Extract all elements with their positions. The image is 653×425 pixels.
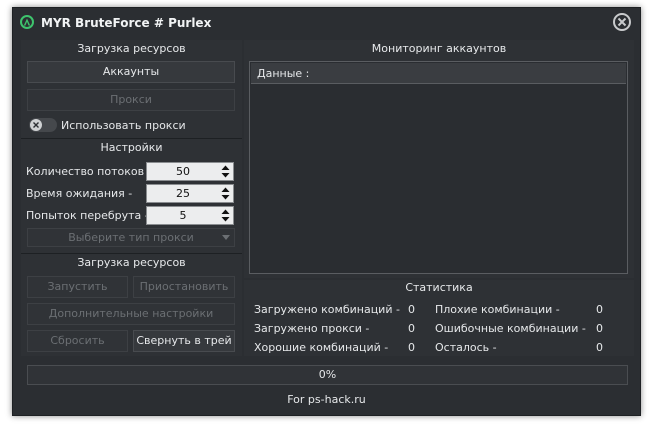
error-combos-value: 0	[596, 322, 603, 335]
pause-button[interactable]: Приостановить	[133, 276, 235, 298]
accounts-button[interactable]: Аккаунты	[27, 61, 235, 83]
actions-title: Загрузка ресурсов	[77, 256, 186, 269]
main-window: MYR BruteForce # Purlex Загрузка ресурсо…	[12, 7, 641, 416]
footer-text: For ps-hack.ru	[287, 393, 366, 406]
use-proxy-label: Использовать прокси	[61, 119, 186, 132]
bad-combos-label: Плохие комбинации -	[435, 303, 560, 316]
stats-title: Статистика	[405, 281, 473, 294]
stepper-arrows-icon[interactable]	[221, 165, 230, 178]
proxy-type-placeholder: Выберите тип прокси	[68, 231, 194, 244]
retries-value: 5	[179, 209, 187, 222]
divider	[21, 253, 242, 254]
title-bar[interactable]: MYR BruteForce # Purlex	[13, 8, 640, 38]
window-title: MYR BruteForce # Purlex	[41, 16, 212, 30]
threads-value: 50	[176, 165, 190, 178]
retries-label: Попыток перебрута -	[26, 209, 149, 222]
start-button[interactable]: Запустить	[27, 276, 128, 298]
progress-bar: 0%	[27, 365, 628, 385]
timeout-label: Время ожидания -	[26, 187, 133, 200]
list-header[interactable]: Данные :	[251, 63, 626, 84]
remaining-label: Осталось -	[435, 341, 497, 354]
minimize-to-tray-button[interactable]: Свернуть в трей	[133, 330, 235, 352]
stepper-arrows-icon[interactable]	[221, 187, 230, 200]
accounts-list[interactable]: Данные :	[249, 61, 628, 274]
reset-button[interactable]: Сбросить	[27, 330, 128, 352]
error-combos-label: Ошибочные комбинации -	[435, 322, 586, 335]
bad-combos-value: 0	[596, 303, 603, 316]
resources-title: Загрузка ресурсов	[77, 42, 186, 55]
app-logo-icon	[20, 15, 34, 29]
remaining-value: 0	[596, 341, 603, 354]
chevron-down-icon	[222, 235, 230, 240]
use-proxy-toggle[interactable]	[29, 118, 57, 132]
loaded-combos-label: Загружено комбинаций -	[254, 303, 400, 316]
threads-label: Количество потоков -	[26, 165, 152, 178]
monitoring-title: Мониторинг аккаунтов	[371, 42, 507, 55]
loaded-proxies-label: Загружено прокси -	[254, 322, 370, 335]
divider	[21, 138, 242, 139]
good-combos-label: Хорошие комбинаций -	[254, 341, 389, 354]
data-column-header: Данные :	[257, 67, 310, 80]
loaded-proxies-value: 0	[408, 322, 415, 335]
progress-label: 0%	[318, 368, 337, 381]
timeout-stepper[interactable]: 25	[146, 184, 234, 203]
loaded-combos-value: 0	[408, 303, 415, 316]
good-combos-value: 0	[408, 341, 415, 354]
proxy-type-select[interactable]: Выберите тип прокси	[27, 228, 235, 247]
close-icon[interactable]	[613, 13, 631, 31]
proxy-button[interactable]: Прокси	[27, 89, 235, 111]
settings-title: Настройки	[100, 141, 163, 154]
stepper-arrows-icon[interactable]	[221, 209, 230, 222]
timeout-value: 25	[176, 187, 190, 200]
advanced-settings-button[interactable]: Дополнительные настройки	[27, 303, 235, 325]
toggle-off-icon	[30, 119, 42, 131]
retries-stepper[interactable]: 5	[146, 206, 234, 225]
threads-stepper[interactable]: 50	[146, 162, 234, 181]
